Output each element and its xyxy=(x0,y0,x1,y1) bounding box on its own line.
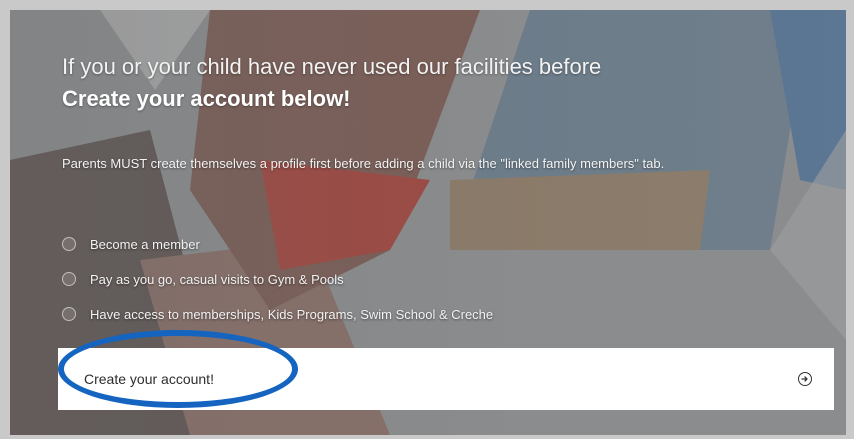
benefit-label: Pay as you go, casual visits to Gym & Po… xyxy=(90,271,344,287)
benefits-list: Become a member Pay as you go, casual vi… xyxy=(62,232,493,337)
create-account-button[interactable]: Create your account! xyxy=(58,348,834,410)
hero-headline: Create your account below! xyxy=(62,86,351,111)
benefit-item: Have access to memberships, Kids Program… xyxy=(62,302,493,326)
hero-subtitle: If you or your child have never used our… xyxy=(62,54,602,79)
bullet-circle-icon xyxy=(62,307,76,321)
benefit-label: Have access to memberships, Kids Program… xyxy=(90,306,494,322)
benefit-item: Become a member xyxy=(62,232,493,256)
benefit-label: Become a member xyxy=(90,236,200,252)
benefit-item: Pay as you go, casual visits to Gym & Po… xyxy=(62,267,493,291)
signup-hero-panel: If you or your child have never used our… xyxy=(10,10,846,435)
bullet-circle-icon xyxy=(62,272,76,286)
create-account-label: Create your account! xyxy=(84,371,214,387)
arrow-right-circle-icon[interactable] xyxy=(798,372,812,386)
parent-notice: Parents MUST create themselves a profile… xyxy=(62,156,665,171)
bullet-circle-icon xyxy=(62,237,76,251)
hero-content: If you or your child have never used our… xyxy=(10,10,846,435)
